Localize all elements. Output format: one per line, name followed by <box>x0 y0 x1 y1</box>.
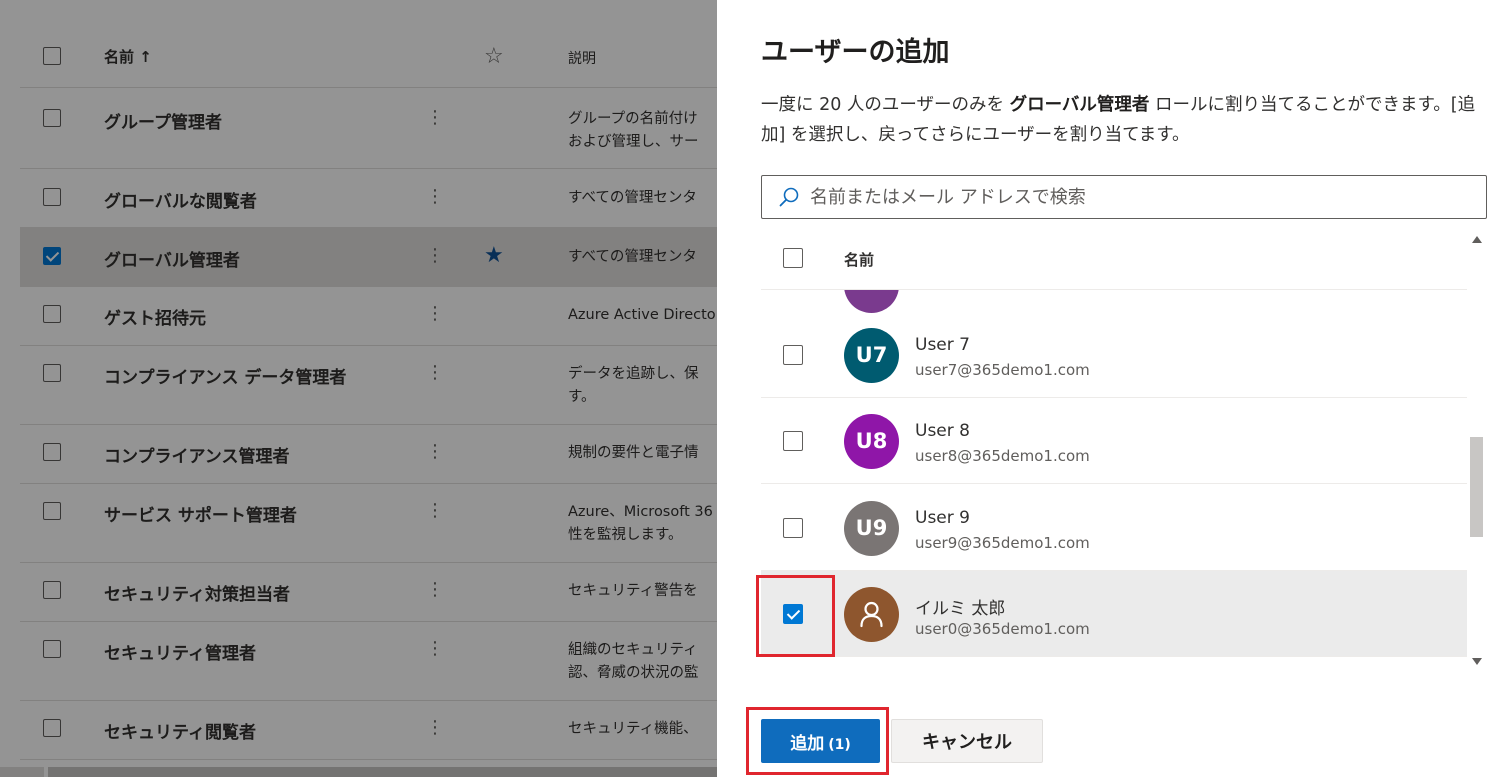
search-icon <box>779 187 799 207</box>
panel-title: ユーザーの追加 <box>761 37 950 68</box>
user-name: User 9 <box>915 508 970 528</box>
add-button[interactable]: 追加 (1) <box>761 719 880 763</box>
scroll-down-arrow-icon[interactable] <box>1472 658 1482 665</box>
user-list: 名前 U7 User 7 user7@365demo1.com U8 User … <box>761 228 1467 658</box>
avatar: U7 <box>844 328 899 383</box>
user-list-header: 名前 <box>761 228 1467 290</box>
scrollbar-thumb[interactable] <box>1470 437 1483 537</box>
avatar: U9 <box>844 501 899 556</box>
user-row[interactable]: U9 User 9 user9@365demo1.com <box>761 485 1467 571</box>
user-name: User 8 <box>915 421 970 441</box>
selected-count: (1) <box>828 736 851 753</box>
modal-overlay[interactable] <box>0 0 717 777</box>
avatar: U8 <box>844 414 899 469</box>
user-email: user9@365demo1.com <box>915 534 1090 552</box>
select-all-users-checkbox[interactable] <box>783 248 803 268</box>
user-list-scrollbar[interactable] <box>1467 228 1487 672</box>
user-checkbox-checked[interactable] <box>783 604 803 624</box>
avatar <box>844 587 899 642</box>
scroll-up-arrow-icon[interactable] <box>1472 236 1482 243</box>
user-checkbox[interactable] <box>783 431 803 451</box>
panel-description: 一度に 20 人のユーザーのみを グローバル管理者 ロールに割り当てることができ… <box>761 95 1476 145</box>
user-row[interactable]: U7 User 7 user7@365demo1.com <box>761 312 1467 398</box>
user-name: User 7 <box>915 335 970 355</box>
column-header-name[interactable]: 名前 <box>844 249 874 270</box>
user-checkbox[interactable] <box>783 518 803 538</box>
search-input[interactable] <box>810 182 1470 212</box>
add-users-panel: ユーザーの追加 一度に 20 人のユーザーのみを グローバル管理者 ロールに割り… <box>717 0 1509 777</box>
user-email: user8@365demo1.com <box>915 447 1090 465</box>
person-icon <box>860 601 883 628</box>
user-row-selected[interactable]: イルミ 太郎 user0@365demo1.com <box>761 571 1467 657</box>
search-box[interactable] <box>761 175 1487 219</box>
user-checkbox[interactable] <box>783 345 803 365</box>
user-row[interactable]: U8 User 8 user8@365demo1.com <box>761 398 1467 484</box>
user-name: イルミ 太郎 <box>915 599 1006 619</box>
user-email: user7@365demo1.com <box>915 361 1090 379</box>
role-name-bold: グローバル管理者 <box>1009 95 1150 115</box>
user-email: user0@365demo1.com <box>915 620 1090 638</box>
cancel-button[interactable]: キャンセル <box>891 719 1043 763</box>
